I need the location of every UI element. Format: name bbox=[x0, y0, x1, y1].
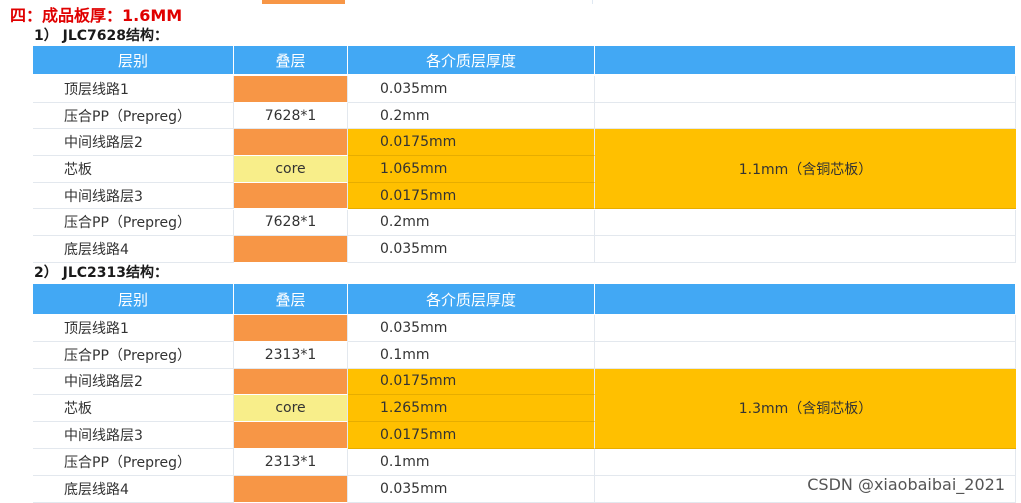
copper-layer-swatch bbox=[234, 368, 348, 396]
empty-note-cell bbox=[595, 341, 1016, 369]
prepreg-stack-cell: 7628*1 bbox=[234, 102, 348, 130]
table-subtitle: 1） JLC7628结构： bbox=[34, 28, 168, 44]
layer-name-cell: 中间线路层2 bbox=[33, 368, 234, 396]
combined-thickness-note: 1.3mm（含铜芯板） bbox=[595, 368, 1016, 449]
copper-layer-swatch bbox=[234, 76, 348, 103]
copper-layer-swatch bbox=[234, 315, 348, 342]
thickness-cell: 0.0175mm bbox=[348, 368, 595, 396]
layer-name-cell: 中间线路层3 bbox=[33, 422, 234, 449]
layer-name-cell: 顶层线路1 bbox=[33, 315, 234, 342]
prev-table-fragment bbox=[262, 0, 345, 4]
copper-layer-swatch bbox=[234, 129, 348, 157]
thickness-cell: 0.035mm bbox=[348, 475, 595, 503]
thickness-cell: 0.2mm bbox=[348, 209, 595, 237]
layer-name-cell: 芯板 bbox=[33, 156, 234, 183]
thickness-cell: 1.065mm bbox=[348, 156, 595, 183]
empty-note-cell bbox=[595, 449, 1016, 476]
thickness-cell: 0.1mm bbox=[348, 341, 595, 369]
layer-name-cell: 底层线路4 bbox=[33, 236, 234, 263]
table-subtitle: 2） JLC2313结构： bbox=[34, 265, 168, 281]
layer-name-cell: 底层线路4 bbox=[33, 475, 234, 503]
thickness-cell: 0.0175mm bbox=[348, 129, 595, 157]
prepreg-stack-cell: 7628*1 bbox=[234, 209, 348, 237]
table-header-cell: 叠层 bbox=[234, 46, 348, 74]
table-header-cell: 层别 bbox=[33, 284, 234, 314]
layer-name-cell: 压合PP（Prepreg） bbox=[33, 102, 234, 130]
prepreg-stack-cell: 2313*1 bbox=[234, 341, 348, 369]
prepreg-stack-cell: 2313*1 bbox=[234, 449, 348, 476]
section-title: 四：成品板厚：1.6MM bbox=[10, 6, 183, 25]
layer-name-cell: 压合PP（Prepreg） bbox=[33, 449, 234, 476]
watermark: CSDN @xiaobaibai_2021 bbox=[807, 475, 1005, 494]
table-header-cell: 叠层 bbox=[234, 284, 348, 314]
layer-name-cell: 中间线路层2 bbox=[33, 129, 234, 157]
layer-name-cell: 顶层线路1 bbox=[33, 76, 234, 103]
table-header-cell: 层别 bbox=[33, 46, 234, 74]
empty-note-cell bbox=[595, 236, 1016, 263]
copper-layer-swatch bbox=[234, 475, 348, 503]
copper-layer-swatch bbox=[234, 236, 348, 263]
layer-name-cell: 压合PP（Prepreg） bbox=[33, 209, 234, 237]
thickness-cell: 0.035mm bbox=[348, 315, 595, 342]
prev-table-border bbox=[592, 0, 593, 4]
core-layer-cell: core bbox=[234, 156, 348, 183]
layer-name-cell: 中间线路层3 bbox=[33, 182, 234, 210]
empty-note-cell bbox=[595, 76, 1016, 103]
thickness-cell: 0.1mm bbox=[348, 449, 595, 476]
thickness-cell: 0.2mm bbox=[348, 102, 595, 130]
layer-name-cell: 压合PP（Prepreg） bbox=[33, 341, 234, 369]
layer-name-cell: 芯板 bbox=[33, 395, 234, 423]
thickness-cell: 0.0175mm bbox=[348, 182, 595, 210]
copper-layer-swatch bbox=[234, 182, 348, 210]
thickness-cell: 0.0175mm bbox=[348, 422, 595, 449]
table-header-cell: 各介质层厚度 bbox=[348, 284, 595, 314]
thickness-cell: 0.035mm bbox=[348, 236, 595, 263]
empty-note-cell bbox=[595, 102, 1016, 130]
table-header-cell bbox=[595, 284, 1016, 314]
thickness-cell: 1.265mm bbox=[348, 395, 595, 423]
core-layer-cell: core bbox=[234, 395, 348, 423]
empty-note-cell bbox=[595, 315, 1016, 342]
thickness-cell: 0.035mm bbox=[348, 76, 595, 103]
table-header-cell: 各介质层厚度 bbox=[348, 46, 595, 74]
copper-layer-swatch bbox=[234, 422, 348, 449]
table-header-cell bbox=[595, 46, 1016, 74]
empty-note-cell bbox=[595, 209, 1016, 237]
combined-thickness-note: 1.1mm（含铜芯板） bbox=[595, 129, 1016, 210]
